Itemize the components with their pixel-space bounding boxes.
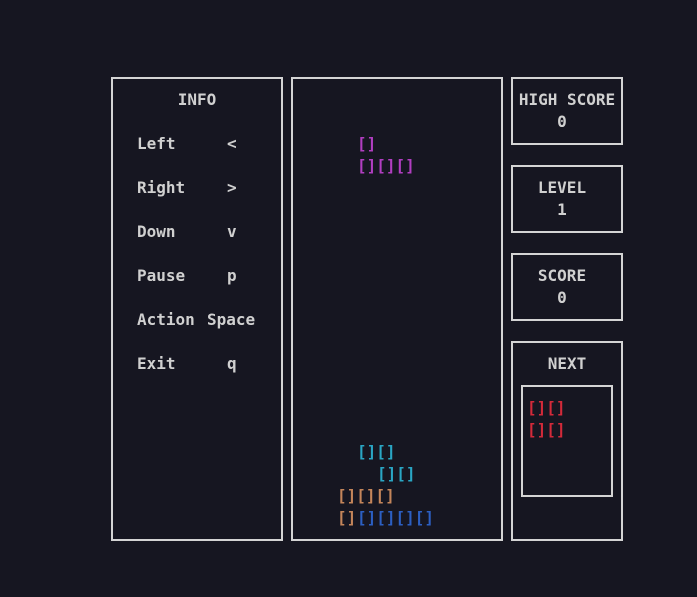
- stack-block: [][]: [377, 464, 416, 483]
- game-screen: { "info": { "title": "INFO", "controls":…: [0, 0, 697, 597]
- control-right-key: >: [227, 178, 237, 197]
- control-action-label: Action: [137, 310, 195, 329]
- control-right-label: Right: [137, 178, 186, 197]
- control-pause-label: Pause: [137, 266, 186, 285]
- control-left-label: Left: [137, 134, 176, 153]
- stack-block: [][][]: [337, 486, 395, 505]
- falling-piece-row: []: [357, 134, 377, 153]
- control-exit-label: Exit: [137, 354, 176, 373]
- level-value: 1: [557, 200, 567, 219]
- falling-piece-row: [][][]: [357, 156, 415, 175]
- control-down-label: Down: [137, 222, 176, 241]
- next-piece-row: [][]: [527, 398, 566, 417]
- stack-block: [][][][]: [357, 508, 435, 527]
- control-down-key: v: [227, 222, 237, 241]
- control-left-key: <: [227, 134, 237, 153]
- control-pause-key: p: [227, 266, 237, 285]
- next-label: NEXT: [547, 354, 587, 373]
- high-score-value: 0: [557, 112, 567, 131]
- control-action-key: Space: [207, 310, 256, 329]
- info-title: INFO: [177, 90, 217, 109]
- control-exit-key: q: [227, 354, 237, 373]
- stack-block: []: [337, 508, 357, 527]
- stack-block: [][]: [357, 442, 396, 461]
- level-label: LEVEL: [537, 178, 587, 197]
- next-piece-row: [][]: [527, 420, 566, 439]
- score-value: 0: [557, 288, 567, 307]
- high-score-label: HIGH SCORE: [518, 90, 616, 109]
- score-label: SCORE: [537, 266, 587, 285]
